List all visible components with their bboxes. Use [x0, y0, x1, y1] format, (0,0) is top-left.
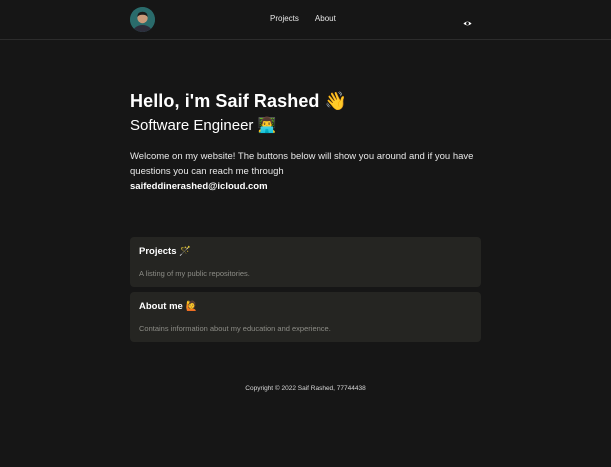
- email-link[interactable]: saifeddinerashed@icloud.com: [130, 179, 480, 194]
- theme-toggle-button[interactable]: [463, 15, 472, 26]
- copyright-footer: Copyright © 2022 Saif Rashed, 77744438: [245, 385, 366, 392]
- intro-paragraph: Welcome on my website! The buttons below…: [130, 149, 480, 194]
- main-nav: Projects About: [270, 14, 336, 23]
- hero-title: Hello, i'm Saif Rashed 👋: [130, 91, 348, 111]
- eye-icon: [463, 21, 472, 26]
- card-title: About me 🙋: [139, 301, 198, 312]
- nav-link-projects[interactable]: Projects: [270, 14, 299, 23]
- hero-subtitle: Software Engineer 👨‍💻: [130, 117, 277, 134]
- about-me-card[interactable]: About me 🙋 Contains information about my…: [130, 292, 481, 342]
- avatar[interactable]: [130, 7, 155, 32]
- card-description: Contains information about my education …: [139, 324, 331, 333]
- intro-text: Welcome on my website! The buttons below…: [130, 151, 474, 177]
- nav-link-about[interactable]: About: [315, 14, 336, 23]
- projects-card[interactable]: Projects 🪄 A listing of my public reposi…: [130, 237, 481, 287]
- card-title: Projects 🪄: [139, 246, 191, 257]
- profile-photo-icon: [130, 7, 155, 32]
- site-header: Projects About: [0, 0, 611, 40]
- card-description: A listing of my public repositories.: [139, 269, 250, 278]
